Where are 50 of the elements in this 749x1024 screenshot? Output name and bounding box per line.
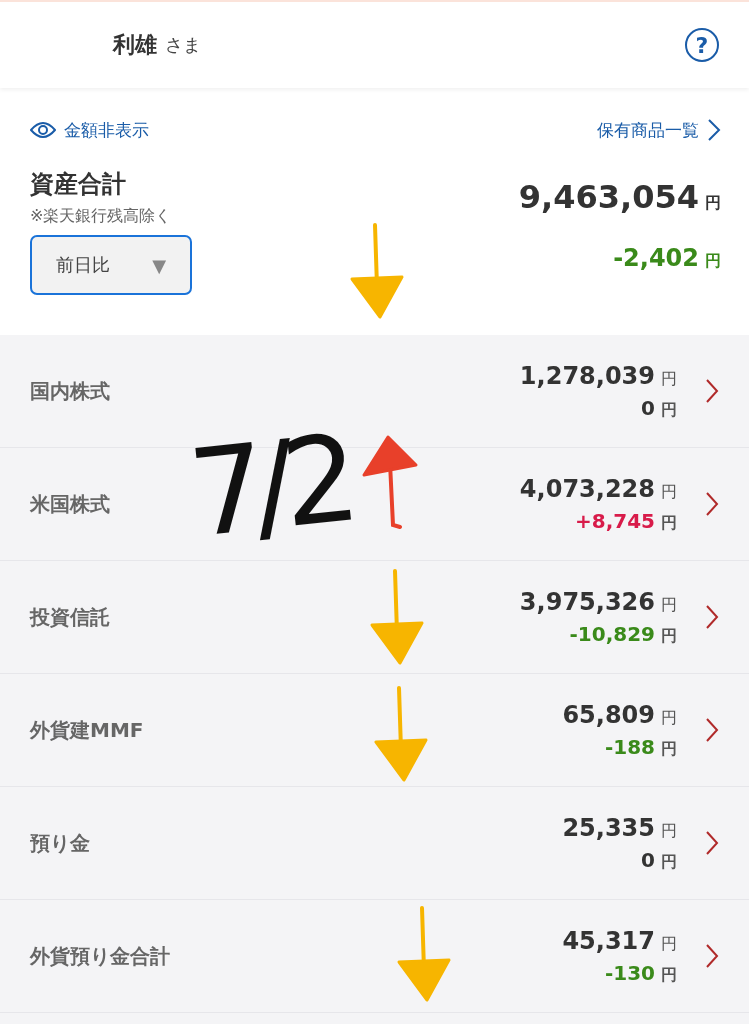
currency-unit: 円: [661, 820, 677, 840]
eye-icon: [30, 121, 56, 139]
chevron-right-icon[interactable]: [705, 943, 719, 969]
change-amount: 0: [641, 847, 655, 872]
currency-unit: 円: [661, 368, 677, 388]
change-amount: 0: [641, 395, 655, 420]
asset-name: 国内株式: [30, 377, 111, 405]
user-name: 利雄: [113, 31, 157, 59]
chevron-right-icon: [707, 118, 721, 142]
honorific: さま: [165, 33, 201, 57]
chevron-right-icon[interactable]: [705, 830, 719, 856]
change-amount: +8,745: [574, 508, 655, 533]
asset-name: 外貨預り金合計: [30, 942, 171, 970]
asset-name: 預り金: [30, 829, 91, 857]
asset-amount: 25,335: [562, 813, 655, 842]
change-amount: -2,402: [613, 244, 699, 272]
hide-amounts-link[interactable]: 金額非表示: [30, 118, 149, 142]
currency-unit: 円: [661, 625, 677, 645]
asset-name: 外貨建MMF: [30, 716, 145, 744]
currency-unit: 円: [661, 964, 677, 984]
asset-amount: 1,278,039: [519, 361, 655, 390]
chevron-right-icon[interactable]: [705, 717, 719, 743]
change-amount: -188: [604, 734, 655, 759]
change-amount: -130: [604, 960, 655, 985]
chevron-right-icon[interactable]: [705, 491, 719, 517]
currency-unit: 円: [661, 707, 677, 727]
note-text: ※楽天銀行残高除く: [30, 206, 173, 227]
currency-unit: 円: [661, 594, 677, 614]
asset-amount: 65,809: [562, 700, 655, 729]
asset-amount: 45,317: [562, 926, 655, 955]
chevron-right-icon[interactable]: [705, 378, 719, 404]
change-amount: -10,829: [569, 621, 655, 646]
asset-name: 投資信託: [30, 603, 111, 631]
comparison-dropdown[interactable]: 前日比 ▼: [30, 235, 192, 295]
currency-unit: 円: [661, 933, 677, 953]
currency-unit: 円: [661, 481, 677, 501]
total-assets-title: 資産合計: [30, 169, 127, 200]
chevron-right-icon[interactable]: [705, 604, 719, 630]
currency-unit: 円: [705, 251, 721, 270]
currency-unit: 円: [705, 193, 721, 212]
total-amount: 9,463,054: [518, 178, 699, 216]
handwritten-date: 7/2: [184, 419, 353, 555]
currency-unit: 円: [661, 738, 677, 758]
help-button[interactable]: ?: [685, 28, 719, 62]
currency-unit: 円: [661, 512, 677, 532]
holdings-link[interactable]: 保有商品一覧: [597, 118, 721, 142]
currency-unit: 円: [661, 399, 677, 419]
asset-amount: 3,975,326: [519, 587, 655, 616]
currency-unit: 円: [661, 851, 677, 871]
asset-amount: 4,073,228: [519, 474, 655, 503]
